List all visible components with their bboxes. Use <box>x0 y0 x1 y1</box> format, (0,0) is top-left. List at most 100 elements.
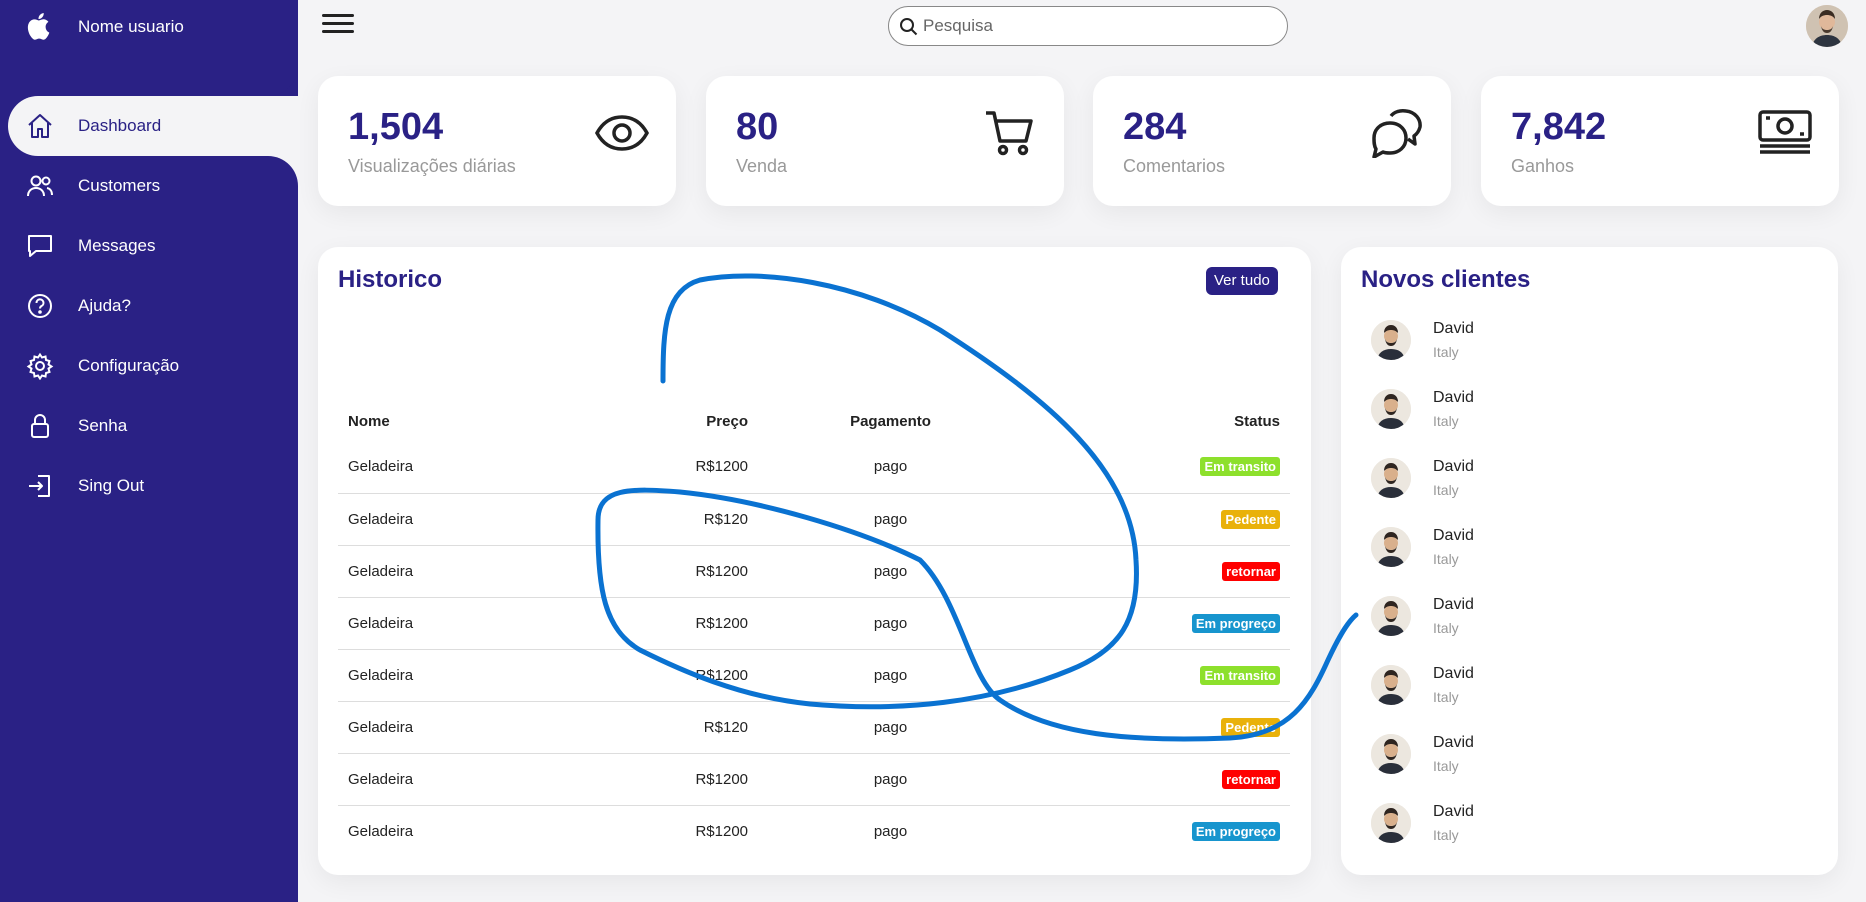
logout-icon <box>26 472 54 500</box>
status-badge: Em progreço <box>1191 613 1280 633</box>
cell-pagamento: pago <box>748 804 1033 857</box>
table-row[interactable]: Geladeira R$1200 pago Em progreço <box>338 596 1290 649</box>
client-name: David <box>1433 665 1474 682</box>
client-avatar <box>1371 665 1411 705</box>
view-all-button[interactable]: Ver tudo <box>1206 267 1278 295</box>
cell-nome: Geladeira <box>338 804 568 857</box>
historico-panel: Historico Ver tudo Nome Preço Pagamento … <box>318 247 1311 875</box>
sidebar-item-label: Sing Out <box>78 476 145 495</box>
historico-title: Historico <box>338 266 443 293</box>
client-item[interactable]: David Italy <box>1371 519 1771 579</box>
table-header-row: Nome Preço Pagamento Status <box>338 401 1290 441</box>
stat-card-views[interactable]: 1,504 Visualizações diárias <box>318 76 676 206</box>
client-avatar <box>1371 596 1411 636</box>
header-pagamento[interactable]: Pagamento <box>748 401 1033 441</box>
client-item[interactable]: David Italy <box>1371 450 1771 510</box>
sidebar-item-dashboard[interactable]: Dashboard <box>8 96 298 156</box>
client-name: David <box>1433 389 1474 406</box>
table-row[interactable]: Geladeira R$1200 pago Em transito <box>338 441 1290 493</box>
stat-caption: Venda <box>736 156 788 176</box>
sidebar-item-settings[interactable]: Configuração <box>8 336 298 396</box>
cell-preco: R$1200 <box>695 458 748 476</box>
cell-pagamento: pago <box>748 492 1033 545</box>
client-avatar <box>1371 527 1411 567</box>
table-row[interactable]: Geladeira R$120 pago Pedente <box>338 700 1290 753</box>
cell-status: Pedente <box>1033 700 1290 753</box>
client-country: Italy <box>1433 689 1459 705</box>
status-badge: Pedente <box>1221 509 1280 529</box>
cell-pagamento: pago <box>748 752 1033 805</box>
cell-pagamento: pago <box>748 544 1033 597</box>
table-row[interactable]: Geladeira R$1200 pago retornar <box>338 752 1290 805</box>
cell-nome: Geladeira <box>338 648 568 701</box>
table-row[interactable]: Geladeira R$1200 pago Em progreço <box>338 804 1290 857</box>
table-row[interactable]: Geladeira R$1200 pago Em transito <box>338 648 1290 701</box>
header-status[interactable]: Status <box>1033 401 1290 441</box>
novos-clientes-panel: Novos clientes David Italy David Italy David… <box>1341 247 1838 875</box>
client-name: David <box>1433 320 1474 337</box>
sidebar-item-customers[interactable]: Customers <box>8 156 298 216</box>
client-avatar <box>1371 803 1411 843</box>
client-item[interactable]: David Italy <box>1371 795 1771 855</box>
sidebar-item-messages[interactable]: Messages <box>8 216 298 276</box>
cell-nome: Geladeira <box>338 596 568 649</box>
sidebar-item-label: Customers <box>78 176 161 195</box>
client-item[interactable]: David Italy <box>1371 312 1771 372</box>
help-icon <box>26 292 54 320</box>
table-row[interactable]: Geladeira R$1200 pago retornar <box>338 544 1290 597</box>
cell-preco: R$1200 <box>568 544 748 597</box>
header-preco[interactable]: Preço <box>568 401 748 441</box>
header-nome[interactable]: Nome <box>338 401 568 441</box>
cell-nome: Geladeira <box>348 458 414 476</box>
sidebar-item-help[interactable]: Ajuda? <box>8 276 298 336</box>
sidebar-item-signout[interactable]: Sing Out <box>8 456 298 516</box>
stat-caption: Comentarios <box>1123 156 1226 176</box>
cell-preco: R$1200 <box>568 648 748 701</box>
sidebar-item-password[interactable]: Senha <box>8 396 298 456</box>
username-label: Nome usuario <box>78 17 184 36</box>
cell-nome: Geladeira <box>338 752 568 805</box>
chat-icon <box>26 232 54 260</box>
stat-card-earnings[interactable]: 7,842 Ganhos <box>1481 76 1839 206</box>
client-item[interactable]: David Italy <box>1371 588 1771 648</box>
hamburger-menu-icon[interactable] <box>322 14 354 38</box>
cell-preco: R$1200 <box>568 596 748 649</box>
status-badge: Em progreço <box>1191 821 1280 841</box>
cell-pagamento: pago <box>748 596 1033 649</box>
client-country: Italy <box>1433 551 1459 567</box>
cell-preco: R$120 <box>568 492 748 545</box>
cash-icon <box>1757 108 1813 158</box>
stat-card-comments[interactable]: 284 Comentarios <box>1093 76 1451 206</box>
sidebar-brand[interactable]: Nome usuario <box>0 0 298 96</box>
status-badge: Em transito <box>1200 457 1280 477</box>
cell-status: retornar <box>1033 544 1290 597</box>
clientes-title: Novos clientes <box>1361 266 1531 293</box>
cell-status: Pedente <box>1033 492 1290 545</box>
status-badge: Em transito <box>1200 665 1280 685</box>
cell-status: Em progreço <box>1033 596 1290 649</box>
eye-icon <box>594 108 650 158</box>
cell-preco: R$1200 <box>568 804 748 857</box>
search-icon <box>899 17 919 42</box>
client-avatar <box>1371 734 1411 774</box>
stat-number: 1,504 <box>348 106 444 148</box>
search-input[interactable] <box>923 13 1273 39</box>
client-item[interactable]: David Italy <box>1371 726 1771 786</box>
stat-number: 7,842 <box>1511 106 1607 148</box>
client-item[interactable]: David Italy <box>1371 657 1771 717</box>
topbar <box>298 0 1866 52</box>
client-country: Italy <box>1433 827 1459 843</box>
client-country: Italy <box>1433 758 1459 774</box>
user-avatar[interactable] <box>1806 5 1848 47</box>
client-country: Italy <box>1433 344 1459 360</box>
client-item[interactable]: David Italy <box>1371 381 1771 441</box>
stat-card-sales[interactable]: 80 Venda <box>706 76 1064 206</box>
client-name: David <box>1433 596 1474 613</box>
cell-pagamento: pago <box>873 458 908 476</box>
chat-bubbles-icon <box>1369 108 1425 159</box>
client-name: David <box>1433 734 1474 751</box>
search-bar[interactable] <box>888 6 1288 46</box>
table-row[interactable]: Geladeira R$120 pago Pedente <box>338 492 1290 545</box>
client-avatar <box>1371 389 1411 429</box>
stat-number: 284 <box>1123 106 1187 148</box>
